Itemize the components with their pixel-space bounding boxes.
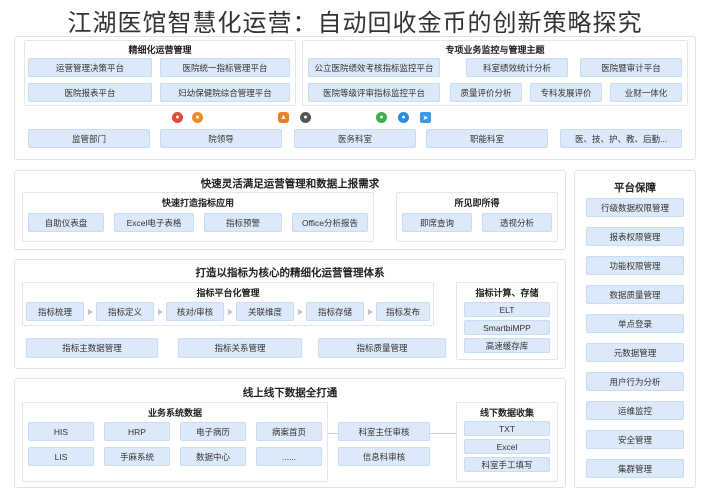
biz-system[interactable]: 电子病历 <box>180 422 246 441</box>
connector-line <box>430 433 456 434</box>
top-right-item[interactable]: 业财一体化 <box>610 83 682 102</box>
guarantee-item[interactable]: 运维监控 <box>586 401 684 420</box>
flow-arrow-icon <box>298 309 303 315</box>
guarantee-item[interactable]: 用户行为分析 <box>586 372 684 391</box>
offline-item[interactable]: 科室手工填写 <box>464 457 550 472</box>
biz-system[interactable]: 数据中心 <box>180 447 246 466</box>
flow-arrow-icon <box>158 309 163 315</box>
flex-section-title: 快速灵活满足运营管理和数据上报需求 <box>200 178 380 190</box>
top-left-item[interactable]: 运营管理决策平台 <box>28 58 152 77</box>
guarantee-item[interactable]: 元数据管理 <box>586 343 684 362</box>
top-right-item[interactable]: 医院暨审计平台 <box>580 58 682 77</box>
platform-guarantee-title: 平台保障 <box>614 182 656 194</box>
biz-data-title: 业务系统数据 <box>147 408 202 418</box>
flex-left-item[interactable]: 指标预警 <box>204 213 282 232</box>
index-flow-step[interactable]: 关联维度 <box>236 302 294 321</box>
flex-left-item[interactable]: 自助仪表盘 <box>28 213 104 232</box>
firefox-icon: ● <box>192 112 203 123</box>
review-step[interactable]: 信息科审核 <box>338 447 430 466</box>
biz-system[interactable]: ...... <box>256 447 322 466</box>
index-flow-step[interactable]: 指标梳理 <box>26 302 84 321</box>
user-role[interactable]: 监管部门 <box>28 129 150 148</box>
index-section-title: 打造以指标为核心的精细化运营管理体系 <box>195 267 385 279</box>
index-bottom-item[interactable]: 指标主数据管理 <box>26 338 158 358</box>
index-bottom-item[interactable]: 指标质量管理 <box>318 338 446 358</box>
guarantee-item[interactable]: 安全管理 <box>586 430 684 449</box>
index-flow-step[interactable]: 指标存储 <box>306 302 364 321</box>
guarantee-item[interactable]: 集群管理 <box>586 459 684 478</box>
flex-right-item[interactable]: 即席查询 <box>402 213 472 232</box>
offline-data-title: 线下数据收集 <box>479 408 534 418</box>
guarantee-item[interactable]: 单点登录 <box>586 314 684 333</box>
user-role[interactable]: 院领导 <box>160 129 282 148</box>
top-right-item[interactable]: 科室绩效统计分析 <box>466 58 568 77</box>
index-flow-step[interactable]: 指标定义 <box>96 302 154 321</box>
user-role[interactable]: 职能科室 <box>426 129 548 148</box>
top-left-item[interactable]: 医院报表平台 <box>28 83 152 102</box>
top-left-item[interactable]: 妇幼保健院综合管理平台 <box>160 83 290 102</box>
flow-arrow-icon <box>88 309 93 315</box>
biz-system[interactable]: HIS <box>28 422 94 441</box>
index-platform-title: 指标平台化管理 <box>196 288 260 298</box>
top-right-item[interactable]: 医院等级评审指标监控平台 <box>308 83 440 102</box>
android-icon: ▲ <box>278 112 289 123</box>
apple-icon: ● <box>300 112 311 123</box>
index-calc-item[interactable]: SmartbiMPP <box>464 320 550 335</box>
review-step[interactable]: 科室主任审核 <box>338 422 430 441</box>
flex-left-item[interactable]: Office分析报告 <box>292 213 368 232</box>
send-icon: ➤ <box>420 112 431 123</box>
wechat-icon: ● <box>376 112 387 123</box>
index-bottom-item[interactable]: 指标关系管理 <box>178 338 302 358</box>
connector-line <box>328 433 338 434</box>
index-calc-title: 指标计算、存储 <box>475 288 539 298</box>
index-calc-item[interactable]: ELT <box>464 302 550 317</box>
top-left-title: 精细化运营管理 <box>128 45 192 55</box>
page-title: 江湖医馆智慧化运营：自动回收金币的创新策略探究 <box>67 10 643 37</box>
offline-item[interactable]: Excel <box>464 439 550 454</box>
flow-arrow-icon <box>228 309 233 315</box>
user-role[interactable]: 医务科室 <box>294 129 416 148</box>
flex-left-title: 快速打造指标应用 <box>161 198 234 208</box>
chrome-icon: ● <box>172 112 183 123</box>
data-section-title: 线上线下数据全打通 <box>242 387 338 399</box>
top-right-item[interactable]: 专科发展评价 <box>530 83 602 102</box>
top-right-item[interactable]: 公立医院绩效考核指标监控平台 <box>308 58 440 77</box>
biz-system[interactable]: LIS <box>28 447 94 466</box>
guarantee-item[interactable]: 数据质量管理 <box>586 285 684 304</box>
index-flow-step[interactable]: 指标发布 <box>376 302 430 321</box>
top-left-item[interactable]: 医院统一指标管理平台 <box>160 58 290 77</box>
biz-system[interactable]: HRP <box>104 422 170 441</box>
user-role[interactable]: 医、技、护、教、后勤... <box>560 129 682 148</box>
biz-system[interactable]: 手麻系统 <box>104 447 170 466</box>
top-right-item[interactable]: 质量评价分析 <box>450 83 522 102</box>
guarantee-item[interactable]: 功能权限管理 <box>586 256 684 275</box>
biz-system[interactable]: 病案首页 <box>256 422 322 441</box>
flex-right-title: 所见即所得 <box>454 198 500 208</box>
guarantee-item[interactable]: 行级数据权限管理 <box>586 198 684 217</box>
top-right-title: 专项业务监控与管理主题 <box>445 45 545 55</box>
flex-left-item[interactable]: Excel电子表格 <box>114 213 194 232</box>
offline-item[interactable]: TXT <box>464 421 550 436</box>
index-calc-item[interactable]: 高速缓存库 <box>464 338 550 353</box>
flex-right-item[interactable]: 透视分析 <box>482 213 552 232</box>
chat-icon: ● <box>398 112 409 123</box>
guarantee-item[interactable]: 报表权限管理 <box>586 227 684 246</box>
index-flow-step[interactable]: 核对/审核 <box>166 302 224 321</box>
flow-arrow-icon <box>368 309 373 315</box>
